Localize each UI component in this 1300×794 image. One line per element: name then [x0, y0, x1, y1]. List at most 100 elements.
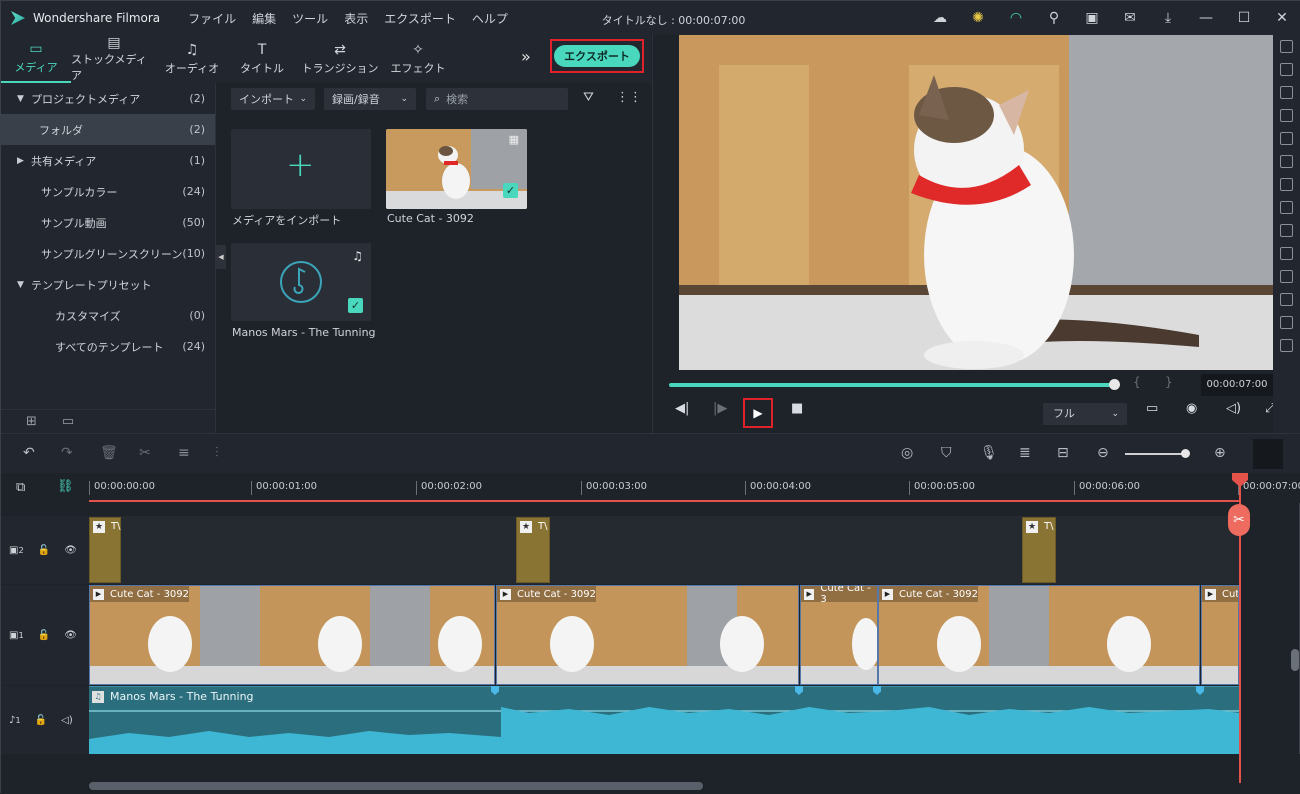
tab-media[interactable]: ▭ メディア: [1, 35, 71, 83]
tab-titles[interactable]: T タイトル: [227, 35, 297, 83]
download-icon[interactable]: ⤓: [1149, 10, 1187, 26]
strip-box[interactable]: [1280, 40, 1293, 53]
delete-icon[interactable]: 🗑: [100, 445, 118, 461]
sidebar-item-folder[interactable]: フォルダ (2): [1, 114, 215, 145]
mail-icon[interactable]: ✉: [1111, 10, 1149, 26]
title-clip[interactable]: ★ T\: [89, 517, 121, 583]
menu-export[interactable]: エクスポート: [376, 10, 464, 27]
stop-icon[interactable]: ■: [791, 401, 803, 416]
tab-audio[interactable]: ♫ オーディオ: [157, 35, 227, 83]
volume-icon[interactable]: ◁): [1226, 401, 1241, 416]
progress-handle[interactable]: [1109, 379, 1120, 390]
mark-out-icon[interactable]: }: [1165, 375, 1173, 389]
cut-icon[interactable]: ✂: [139, 445, 151, 461]
mark-in-icon[interactable]: {: [1133, 375, 1141, 389]
tab-stock-media[interactable]: ▤ ストックメディア: [71, 35, 157, 83]
expand-arrow-icon[interactable]: ▶: [17, 156, 31, 166]
new-folder-icon[interactable]: ⊞: [26, 414, 37, 429]
sidebar-item-project-media[interactable]: ▼ プロジェクトメディア (2): [1, 83, 215, 114]
playback-progress-bar[interactable]: [669, 383, 1114, 387]
menu-file[interactable]: ファイル: [180, 10, 244, 27]
add-track-icon[interactable]: ⧉: [16, 480, 25, 495]
tab-effects[interactable]: ✧ エフェクト: [383, 35, 453, 83]
redo-icon[interactable]: ↷: [61, 445, 73, 461]
collapse-panel-icon[interactable]: ◀: [216, 245, 226, 269]
strip-box[interactable]: [1280, 224, 1293, 237]
search-input[interactable]: ⌕ 検索: [426, 88, 568, 110]
sidebar-item-sample-videos[interactable]: サンプル動画 (50): [1, 207, 215, 238]
sidebar-item-sample-greenscreen[interactable]: サンプルグリーンスクリーン (10): [1, 238, 215, 269]
more-tabs-icon[interactable]: »: [521, 47, 531, 66]
timeline-ruler[interactable]: ⧉ ⛓ 00:00:00:00 00:00:01:00 00:00:02:00 …: [1, 473, 1300, 503]
collapse-arrow-icon[interactable]: ▼: [17, 94, 31, 104]
grid-view-icon[interactable]: ⋮⋮: [616, 90, 642, 105]
lock-icon[interactable]: 🔓: [35, 715, 47, 726]
collapse-arrow-icon[interactable]: ▼: [17, 280, 31, 290]
video-clip[interactable]: ▶ Cute Cat - 3092: [878, 585, 1200, 685]
layout-toggle-icon[interactable]: [1253, 439, 1283, 469]
strip-box[interactable]: [1280, 63, 1293, 76]
tab-transitions[interactable]: ⇄ トランジション: [297, 35, 383, 83]
zoom-slider[interactable]: [1125, 453, 1189, 455]
zoom-in-icon[interactable]: ⊕: [1214, 445, 1226, 461]
audio-wave-icon[interactable]: ⫶: [215, 445, 219, 461]
sidebar-item-customize[interactable]: カスタマイズ (0): [1, 300, 215, 331]
undo-icon[interactable]: ↶: [23, 445, 35, 461]
sidebar-item-shared-media[interactable]: ▶ 共有メディア (1): [1, 145, 215, 176]
strip-box[interactable]: [1280, 293, 1293, 306]
link-icon[interactable]: ⛓: [57, 479, 74, 494]
minimize-button[interactable]: —: [1187, 10, 1225, 26]
zoom-out-icon[interactable]: ⊖: [1097, 445, 1109, 461]
title-clip[interactable]: ★ T\: [516, 517, 550, 583]
visibility-eye-icon[interactable]: 👁: [64, 630, 77, 641]
menu-view[interactable]: 表示: [336, 10, 376, 27]
maximize-button[interactable]: ☐: [1225, 10, 1263, 26]
record-dropdown[interactable]: 録画/録音 ⌄: [324, 88, 416, 110]
video-clip[interactable]: ▶ Cute Cat - 3092: [496, 585, 799, 685]
close-button[interactable]: ✕: [1263, 10, 1300, 26]
zoom-slider-handle[interactable]: [1181, 449, 1190, 458]
video-clip[interactable]: ▶ Cute Cat - 3092: [89, 585, 495, 685]
play-button[interactable]: ▶: [743, 398, 773, 428]
strip-box[interactable]: [1280, 178, 1293, 191]
sidebar-item-sample-colors[interactable]: サンプルカラー (24): [1, 176, 215, 207]
audio-clip[interactable]: ♫ Manos Mars - The Tunning: [89, 686, 1239, 754]
sidebar-item-template-presets[interactable]: ▼ テンプレートプリセット: [1, 269, 215, 300]
fit-timeline-icon[interactable]: ⊟: [1057, 445, 1069, 461]
strip-box[interactable]: [1280, 270, 1293, 283]
strip-box[interactable]: [1280, 86, 1293, 99]
strip-box[interactable]: [1280, 316, 1293, 329]
strip-box[interactable]: [1280, 201, 1293, 214]
strip-box[interactable]: [1280, 247, 1293, 260]
export-button[interactable]: エクスポート: [554, 45, 640, 67]
snapshot-camera-icon[interactable]: ◉: [1186, 401, 1197, 416]
menu-edit[interactable]: 編集: [244, 10, 284, 27]
strip-box[interactable]: [1280, 155, 1293, 168]
import-dropdown[interactable]: インポート ⌄: [231, 88, 315, 110]
lock-icon[interactable]: 🔓: [38, 545, 50, 556]
adjust-icon[interactable]: ≡: [178, 445, 190, 461]
account-icon[interactable]: ⚲: [1035, 10, 1073, 26]
folder-icon[interactable]: ▭: [62, 414, 74, 429]
volume-icon[interactable]: ◁): [61, 715, 73, 726]
visibility-eye-icon[interactable]: 👁: [64, 545, 77, 556]
vertical-scrollbar[interactable]: [1291, 649, 1299, 671]
strip-box[interactable]: [1280, 339, 1293, 352]
lock-icon[interactable]: 🔓: [38, 630, 50, 641]
video-clip[interactable]: ▶ Cut: [1201, 585, 1239, 685]
split-scissors-icon[interactable]: ✂: [1228, 504, 1250, 536]
filter-icon[interactable]: ⛛: [583, 90, 594, 105]
quality-dropdown[interactable]: フル ⌄: [1043, 403, 1127, 425]
menu-tools[interactable]: ツール: [284, 10, 336, 27]
save-icon[interactable]: ▣: [1073, 10, 1111, 26]
step-back-icon[interactable]: ◀|: [675, 401, 689, 416]
sidebar-item-all-templates[interactable]: すべてのテンプレート (24): [1, 331, 215, 362]
horizontal-scrollbar[interactable]: [89, 782, 703, 790]
render-icon[interactable]: ◎: [901, 445, 913, 461]
cloud-icon[interactable]: ☁: [921, 10, 959, 26]
step-forward-icon[interactable]: |▶: [713, 401, 727, 416]
menu-help[interactable]: ヘルプ: [464, 10, 516, 27]
voiceover-list-icon[interactable]: ≣: [1019, 445, 1031, 461]
headset-icon[interactable]: ◠: [997, 10, 1035, 26]
import-media-tile[interactable]: +: [231, 129, 371, 209]
